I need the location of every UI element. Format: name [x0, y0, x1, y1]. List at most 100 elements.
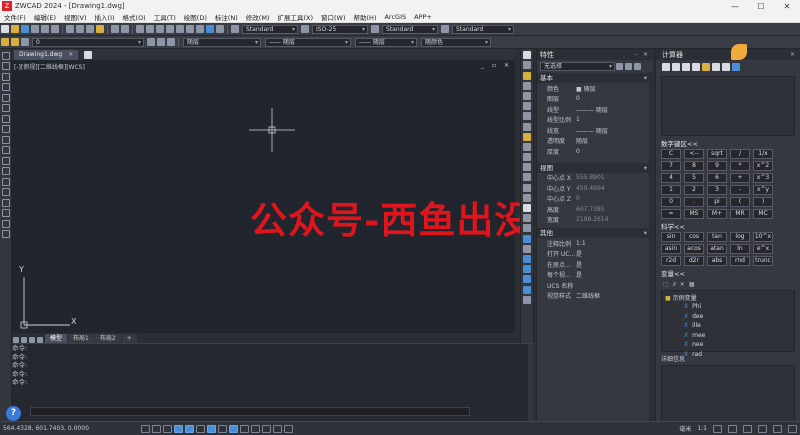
property-row[interactable]: 高度 607.7385	[537, 204, 653, 215]
distance-icon[interactable]	[692, 63, 700, 71]
document-tab[interactable]: Drawing1.dwg ✕	[14, 49, 79, 60]
key-2[interactable]: 2	[684, 185, 704, 195]
calculator-icon[interactable]	[206, 25, 214, 33]
key-1[interactable]: 1	[661, 185, 681, 195]
property-row[interactable]: 线宽 ——— 随层	[537, 125, 653, 136]
key-divide[interactable]: /	[730, 149, 750, 159]
join-icon[interactable]	[523, 173, 531, 182]
minimize-button[interactable]: —	[722, 2, 748, 11]
view-cube-icon[interactable]	[523, 254, 531, 263]
scientific-section-title[interactable]: 科学<<	[656, 222, 800, 232]
layer-match-icon[interactable]	[167, 38, 175, 46]
key-equals[interactable]: =	[661, 209, 681, 219]
key-9[interactable]: 9	[707, 161, 727, 171]
tab-model[interactable]: 模型	[45, 334, 68, 343]
key-memory-clear[interactable]: MC	[753, 209, 773, 219]
key-log[interactable]: log	[730, 232, 750, 242]
menu-arcgis[interactable]: ArcGIS	[380, 13, 410, 21]
property-row[interactable]: 中心点 X 555.8901	[537, 173, 653, 184]
scale-icon[interactable]	[523, 122, 531, 131]
menu-insert[interactable]: 插入(I)	[91, 12, 119, 22]
section-general[interactable]: 基本	[537, 73, 653, 83]
ellipse-icon[interactable]	[1, 135, 10, 144]
dim-style-select[interactable]: ISO-25	[312, 24, 368, 34]
key-ln[interactable]: ln	[730, 244, 750, 254]
key-atan[interactable]: atan	[707, 244, 727, 254]
menu-edit[interactable]: 编辑(E)	[30, 12, 60, 22]
insert-block-icon[interactable]	[1, 156, 10, 165]
property-row[interactable]: 颜色 ■ 随层	[537, 83, 653, 94]
property-row[interactable]: UCS 名称	[537, 280, 653, 291]
annotation-scale-label[interactable]: 1:1	[697, 425, 707, 432]
revision-cloud-icon[interactable]	[1, 114, 10, 123]
trim-icon[interactable]	[523, 142, 531, 151]
cut-icon[interactable]	[66, 25, 74, 33]
add-layout-button[interactable]: +	[121, 334, 137, 343]
layer-select[interactable]: 0	[32, 37, 144, 47]
key-power[interactable]: x^y	[753, 185, 773, 195]
select-objects-icon[interactable]	[625, 62, 632, 70]
edit-variable-icon[interactable]: ∂	[673, 281, 676, 288]
transparency-icon[interactable]	[251, 424, 260, 433]
units-label[interactable]: 毫米	[679, 424, 691, 433]
clear-history-icon[interactable]	[672, 63, 680, 71]
coordinate-readout[interactable]: 564.4328, 601.7403, 0.0000	[0, 425, 140, 432]
menu-file[interactable]: 文件(F)	[0, 12, 30, 22]
quick-select-icon[interactable]	[634, 62, 641, 70]
copy-object-icon[interactable]	[523, 61, 531, 70]
key-memory-recall[interactable]: MR	[730, 209, 750, 219]
property-row[interactable]: 线型 ——— 随层	[537, 104, 653, 115]
measure-icon[interactable]	[523, 244, 531, 253]
tool-palette-icon[interactable]	[196, 25, 204, 33]
paste-value-icon[interactable]	[722, 63, 730, 71]
key-exp[interactable]: e^x	[753, 244, 773, 254]
panel-controls[interactable]: ✕	[790, 51, 797, 58]
layer-properties-icon[interactable]	[523, 234, 531, 243]
paste-icon[interactable]	[86, 25, 94, 33]
key-cube[interactable]: x^3	[753, 173, 773, 183]
key-decimal[interactable]: .	[684, 197, 704, 207]
object-snap-icon[interactable]	[185, 424, 194, 433]
key-add[interactable]: +	[730, 173, 750, 183]
section-misc[interactable]: 其他	[537, 228, 653, 238]
3d-object-snap-icon[interactable]	[196, 424, 205, 433]
publish-icon[interactable]	[51, 25, 59, 33]
key-0[interactable]: 0	[661, 197, 681, 207]
property-row[interactable]: 中心点 Y 450.4994	[537, 183, 653, 194]
mirror-icon[interactable]	[523, 71, 531, 80]
selection-select[interactable]: 无选择	[540, 61, 615, 71]
arc-icon[interactable]	[1, 93, 10, 102]
extend-icon[interactable]	[523, 153, 531, 162]
make-current-layer-icon[interactable]	[147, 38, 155, 46]
command-input[interactable]	[30, 407, 470, 416]
layer-lock-icon[interactable]	[21, 38, 29, 46]
zoom-window-icon[interactable]	[156, 25, 164, 33]
new-file-icon[interactable]	[1, 25, 9, 33]
menu-modify[interactable]: 修改(M)	[242, 12, 274, 22]
key-trunc[interactable]: trunc	[753, 256, 773, 266]
named-views-icon[interactable]	[523, 265, 531, 274]
menu-tools[interactable]: 工具(T)	[150, 12, 180, 22]
key-close-paren[interactable]: )	[753, 197, 773, 207]
key-square[interactable]: x^2	[753, 161, 773, 171]
menu-draw[interactable]: 绘图(D)	[180, 12, 211, 22]
clear-icon[interactable]	[662, 63, 670, 71]
array-icon[interactable]	[523, 91, 531, 100]
dynamic-input-icon[interactable]	[229, 424, 238, 433]
assistant-icon[interactable]: ?	[6, 406, 21, 421]
key-tan[interactable]: tan	[707, 232, 727, 242]
key-subtract[interactable]: -	[730, 185, 750, 195]
erase-icon[interactable]	[523, 51, 531, 60]
color-select[interactable]: 随层	[183, 37, 261, 47]
get-coordinates-icon[interactable]	[682, 63, 690, 71]
undo-icon[interactable]	[111, 25, 119, 33]
key-pi[interactable]: pi	[707, 197, 727, 207]
print-preview-icon[interactable]	[41, 25, 49, 33]
key-4[interactable]: 4	[661, 173, 681, 183]
rotate-icon[interactable]	[523, 112, 531, 121]
object-snap-tracking-icon[interactable]	[207, 424, 216, 433]
redo-icon[interactable]	[121, 25, 129, 33]
ortho-mode-icon[interactable]	[163, 424, 172, 433]
key-cos[interactable]: cos	[684, 232, 704, 242]
property-row[interactable]: 图层 0	[537, 94, 653, 105]
